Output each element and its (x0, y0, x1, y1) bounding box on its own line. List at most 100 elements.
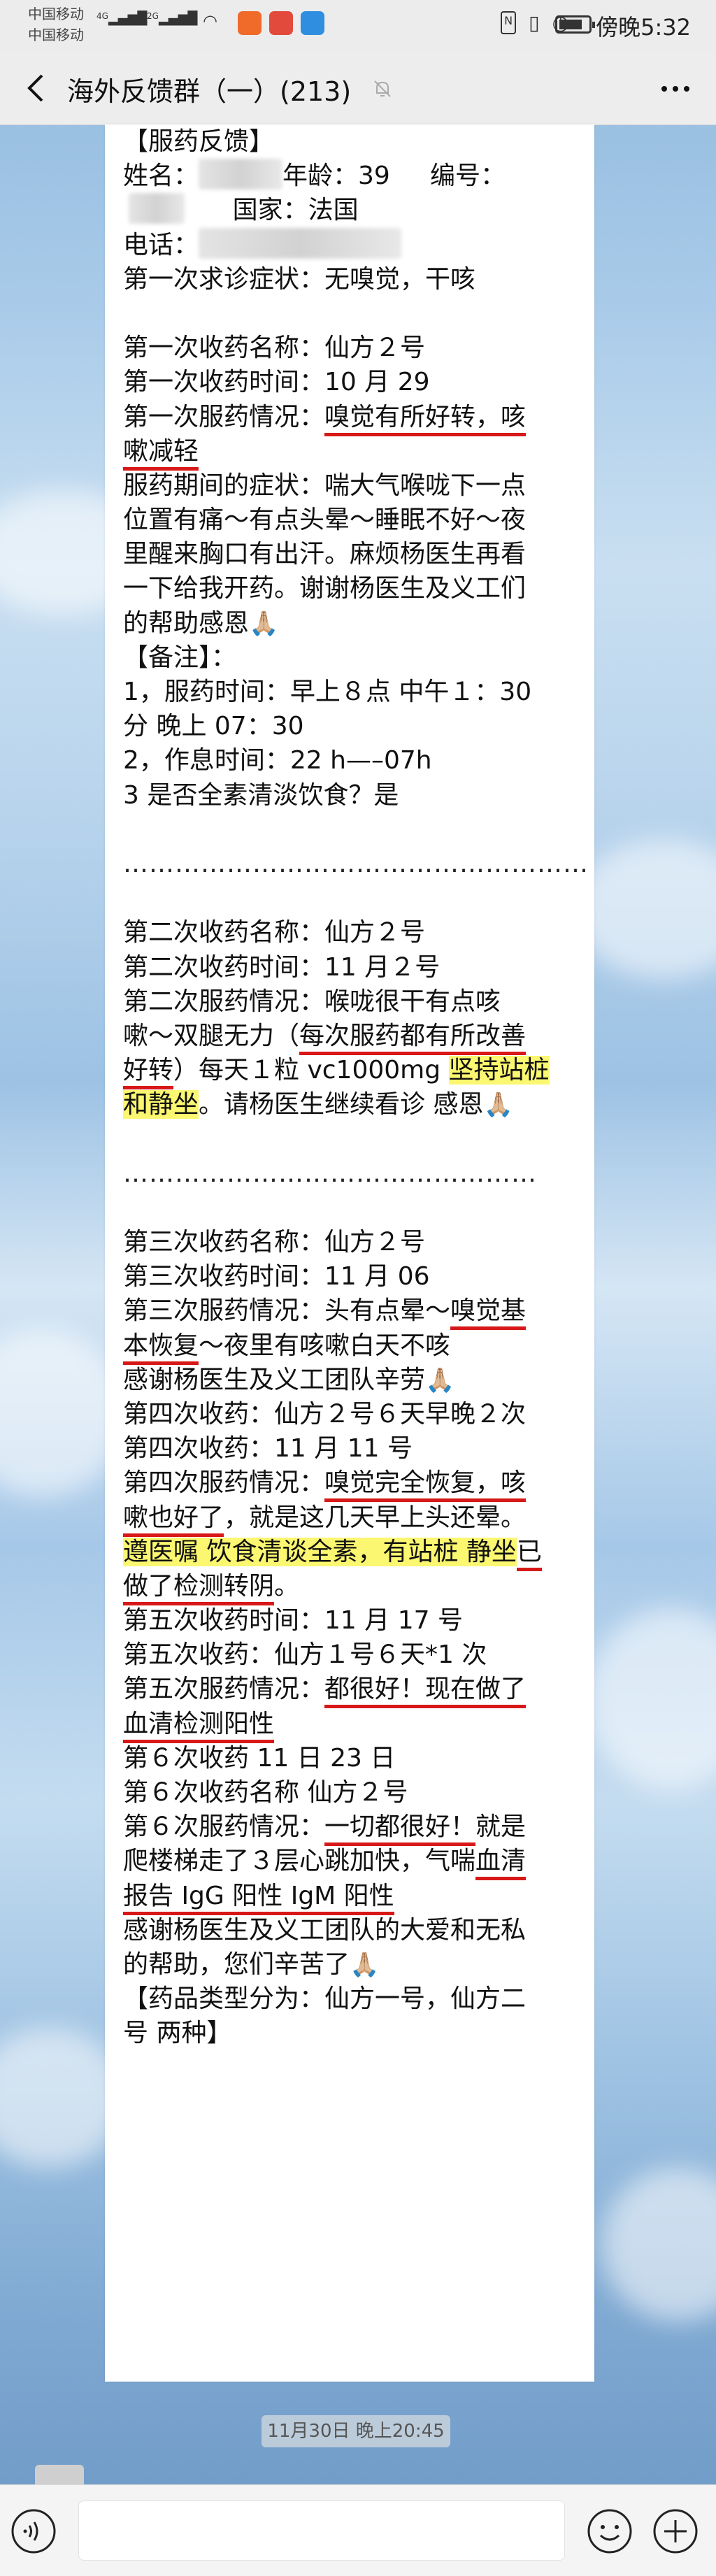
underlined-text: 一切都很好！ (324, 1812, 476, 1847)
underlined-text: 好转 (123, 1056, 174, 1090)
third-med-name: 第三次收药名称：仙方２号 (123, 1228, 426, 1257)
message-line: 第四次收药：仙方２号６天早晚２次 (123, 1397, 579, 1431)
carrier-1: 中国移动 (28, 6, 84, 22)
underlined-text: 嗽减轻 (123, 436, 199, 471)
highlighted-text: 坚持站桩 (448, 1056, 550, 1085)
avatar[interactable] (35, 2465, 84, 2484)
sixth-status: 爬楼梯走了３层心跳加快，气喘 (123, 1847, 476, 1876)
message-line: 本恢复～夜里有咳嗽白天不咳 (123, 1329, 579, 1365)
message-line: 第６次服药情况：一切都很好！就是 (123, 1810, 579, 1847)
message-line: 服药期间的症状：喘大气喉咙下一点 (123, 468, 579, 503)
message-line: 爬楼梯走了３层心跳加快，气喘血清 (123, 1844, 579, 1881)
note-text: 分 晚上 07：30 (123, 712, 304, 741)
app-notification-icon (238, 11, 262, 35)
message-line: 嗽减轻 (123, 434, 579, 471)
note-text: 2，作息时间：22 h—–07h (123, 746, 432, 775)
message-line: 号 两种】 (123, 2016, 579, 2050)
separator-dots: ……………………………………………… (123, 849, 589, 878)
message-line: 第二次收药时间：11 月２号 (123, 950, 579, 985)
battery-icon (555, 15, 595, 34)
more-button[interactable] (654, 70, 696, 108)
plus-icon (653, 2509, 698, 2554)
underlined-text: 每次服药都有所改善 (299, 1021, 527, 1055)
message-line: 一下给我开药。谢谢杨医生及义工们 (123, 571, 579, 606)
status-bar: 中国移动 中国移动 4G▂▄▆█ 2G▂▄▆█ ◠ N ▯ ◷ 傍晚5:32 (0, 0, 716, 52)
sixth-med-name: 第６次收药名称 仙方２号 (123, 1778, 408, 1807)
symptom-text: 里醒来胸口有出汗。麻烦杨医生再看 (123, 540, 527, 569)
message-line: 报告 IgG 阳性 IgM 阳性 (123, 1879, 579, 1915)
feedback-header: 【服药反馈】 (123, 127, 275, 156)
message-line: 第二次收药名称：仙方２号 (123, 915, 579, 950)
second-status: ）每天１粒 vc1000mg (173, 1056, 449, 1085)
closing-text: 感谢杨医生及义工团队的大爱和无私 (123, 1915, 527, 1945)
wifi-icon: ◠ (203, 11, 217, 31)
message-bubble[interactable]: 【服药反馈】 姓名： 年龄：39 编号： 国家：法国 电话： 第一次求诊症状：无嗅… (105, 124, 594, 2382)
chat-header: 海外反馈群（一）(213) (0, 52, 716, 125)
emoji-button[interactable] (586, 2507, 633, 2555)
pray-emoji-icon: 🙏🏼 (350, 1950, 380, 1979)
underlined-text: 报告 IgG 阳性 IgM 阳性 (123, 1881, 394, 1915)
underlined-text: 做了检测转阴 (123, 1571, 275, 1605)
back-arrow-icon (27, 74, 43, 102)
message-line: 第三次收药名称：仙方２号 (123, 1225, 579, 1259)
third-med-time: 第三次收药时间：11 月 06 (123, 1262, 430, 1291)
message-line: 第四次收药：11 月 11 号 (123, 1431, 579, 1466)
underlined-text: 嗅觉有所好转，咳 (324, 402, 527, 436)
note-text: 3 是否全素清淡饮食？是 (123, 780, 399, 810)
symptom-text: 的帮助感恩 (123, 608, 250, 638)
separator-dots: ………………………………………… (123, 1159, 537, 1188)
message-line: ………………………………………… (123, 1157, 579, 1191)
signal-icon: 4G▂▄▆█ (96, 11, 148, 26)
redacted-id (129, 193, 185, 224)
message-line: 第五次服药情况：都很好！现在做了 (123, 1672, 579, 1709)
pray-emoji-icon: 🙏🏼 (483, 1091, 513, 1119)
signal-icon-2: 2G▂▄▆█ (147, 11, 198, 26)
underlined-text: 都很好！现在做了 (324, 1675, 527, 1709)
plus-button[interactable] (652, 2507, 699, 2555)
message-line: 血清检测阳性 (123, 1707, 579, 1743)
message-line: 第五次收药时间：11 月 17 号 (123, 1603, 579, 1638)
pray-emoji-icon: 🙏🏼 (425, 1366, 455, 1394)
first-med-time: 第一次收药时间：10 月 29 (123, 368, 430, 397)
message-line: 1，服药时间：早上８点 中午１：30 (123, 675, 579, 709)
message-line: 第一次求诊症状：无嗅觉，干咳 (123, 262, 579, 296)
second-med-time: 第二次收药时间：11 月２号 (123, 952, 441, 982)
first-status-label: 第一次服药情况： (123, 402, 325, 431)
notes-header: 【备注】： (123, 643, 237, 672)
message-line: 做了检测转阴。 (123, 1569, 579, 1605)
message-line: 第６次收药名称 仙方２号 (123, 1775, 579, 1810)
message-line: 分 晚上 07：30 (123, 709, 579, 743)
message-line: 感谢杨医生及义工团队辛劳🙏🏼 (123, 1363, 579, 1397)
fourth-status: 第四次服药情况： (123, 1468, 325, 1498)
id-label: 编号： (430, 162, 506, 191)
message-timestamp: 11月30日 晚上20:45 (262, 2415, 450, 2447)
underlined-text: 血清 (475, 1847, 527, 1881)
message-line: 【备注】： (123, 641, 579, 675)
highlighted-text: 和静坐 (123, 1090, 199, 1119)
age-label: 年龄：39 (282, 162, 390, 191)
medicine-types: 号 两种】 (123, 2019, 232, 2048)
network-type-2: 2G (147, 11, 159, 21)
back-button[interactable] (17, 66, 59, 110)
voice-button[interactable] (10, 2507, 57, 2555)
message-line: 3 是否全素清淡饮食？是 (123, 778, 579, 813)
carrier-info: 中国移动 中国移动 (28, 4, 84, 46)
country-label: 国家：法国 (232, 196, 359, 225)
message-line: 遵医嘱 饮食清谈全素，有站桩 静坐已 (123, 1535, 579, 1571)
underlined-text: 血清检测阳性 (123, 1709, 275, 1743)
sixth-status: 第６次服药情况： (123, 1812, 325, 1842)
more-dots-icon (661, 86, 689, 92)
underlined-text: 嗽也好了 (123, 1503, 224, 1537)
chat-title[interactable]: 海外反馈群（一）(213) (67, 70, 351, 108)
message-line: 第三次服药情况：头有点晕～嗅觉基 (123, 1294, 579, 1331)
message-line: 好转）每天１粒 vc1000mg 坚持站桩 (123, 1053, 579, 1090)
fourth-status: ，就是这几天早上头还晕。 (224, 1503, 527, 1532)
message-input[interactable] (78, 2500, 565, 2561)
sixth-med-time: 第６次收药 11 日 23 日 (123, 1743, 396, 1773)
clock: 傍晚5:32 (596, 14, 691, 41)
message-line: 【服药反馈】 (123, 124, 579, 159)
message-line: 【药品类型分为：仙方一号，仙方二 (123, 1982, 579, 2016)
thanks-text: 感谢杨医生及义工团队辛劳 (123, 1365, 426, 1394)
message-line: ……………………………………………… (123, 847, 588, 881)
fifth-med: 第五次收药：仙方１号６天*1 次 (123, 1640, 487, 1670)
